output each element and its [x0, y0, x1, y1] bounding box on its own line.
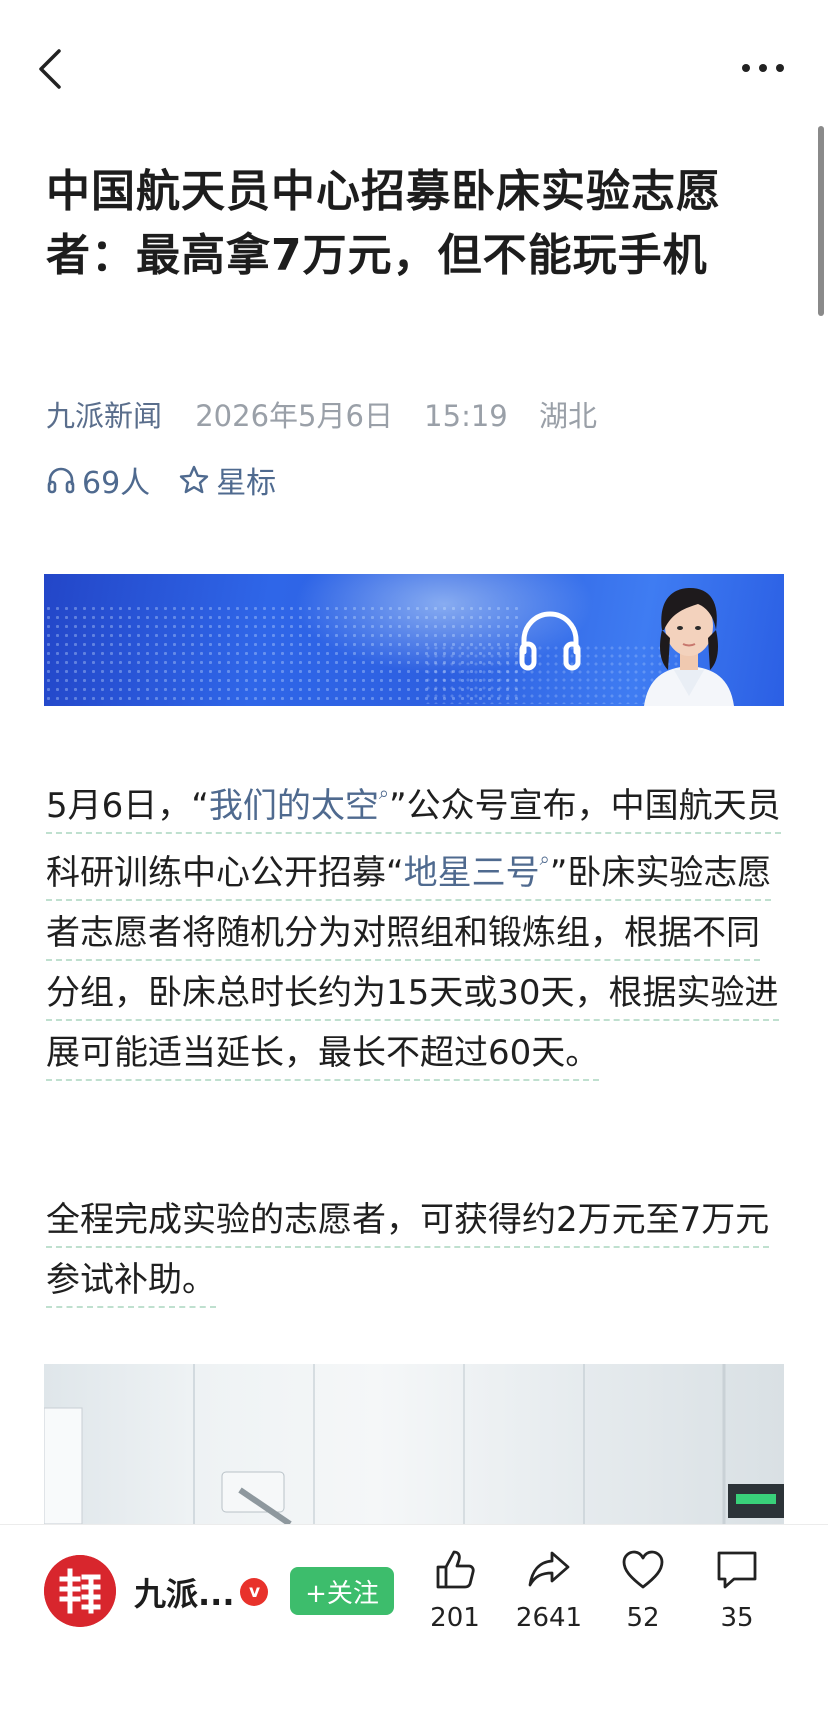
- star-label: 星标: [216, 466, 277, 501]
- paragraph-text: 5月6日，“: [46, 786, 209, 827]
- like-count: 201: [430, 1603, 480, 1633]
- share-arrow-icon: [528, 1551, 570, 1587]
- more-options-button[interactable]: [738, 56, 788, 80]
- jiupai-logo-icon: [44, 1555, 116, 1627]
- article-meta: 九派新闻 2026年5月6日 15:19 湖北: [46, 393, 597, 435]
- search-link-label: 我们的太空: [208, 786, 379, 827]
- search-link-label: 地星三号: [403, 852, 540, 893]
- article-page: 中国航天员中心招募卧床实验志愿者：最高拿7万元，但不能玩手机 九派新闻 2026…: [0, 0, 828, 1712]
- share-count: 2641: [515, 1603, 583, 1633]
- account-avatar[interactable]: [44, 1555, 116, 1627]
- scrollbar[interactable]: [818, 126, 824, 316]
- news-anchor-avatar: [644, 588, 734, 706]
- more-icon-dot: [759, 64, 767, 72]
- article-actions-row: 69人 星标: [46, 458, 276, 502]
- search-icon: ⌕: [378, 783, 389, 804]
- image-content: [44, 1364, 784, 1524]
- publish-date: 2026年5月6日: [195, 399, 393, 433]
- bottom-action-bar: 九派... v +关注 201 2641 52 35: [0, 1524, 828, 1712]
- account-name[interactable]: 九派... v: [134, 1569, 269, 1615]
- listen-count-label: 69人: [82, 466, 151, 501]
- headphones-play-icon[interactable]: [514, 604, 586, 676]
- search-link[interactable]: 我们的太空⌕: [208, 783, 389, 827]
- more-icon-dot: [742, 64, 750, 72]
- comment-button[interactable]: 35: [692, 1547, 782, 1657]
- article-paragraph: 全程完成实验的志愿者，可获得约2万元至7万元参试补助。: [46, 1190, 786, 1310]
- paragraph-text: 全程完成实验的志愿者，可获得约2万元至7万元参试补助。: [46, 1200, 770, 1308]
- comment-bubble-icon: [717, 1551, 757, 1589]
- thumbs-up-icon: [436, 1550, 475, 1589]
- more-icon-dot: [776, 64, 784, 72]
- audio-broadcast-banner[interactable]: [44, 574, 784, 706]
- heart-icon: [622, 1550, 664, 1589]
- article-image[interactable]: [44, 1364, 784, 1524]
- star-button[interactable]: 星标: [178, 458, 276, 502]
- article-paragraph: 5月6日，“我们的太空⌕”公众号宣布，中国航天员科研训练中心公开招募“地星三号⌕…: [46, 770, 786, 1083]
- search-icon: ⌕: [539, 849, 550, 871]
- listen-count[interactable]: 69人: [46, 458, 150, 502]
- chevron-left-icon: [39, 49, 61, 89]
- star-icon: [179, 465, 209, 494]
- back-button[interactable]: [30, 44, 70, 94]
- comment-count: 35: [720, 1603, 754, 1633]
- source-name[interactable]: 九派新闻: [46, 399, 162, 433]
- article-title: 中国航天员中心招募卧床实验志愿者：最高拿7万元，但不能玩手机: [46, 166, 721, 281]
- headphones-icon: [47, 467, 75, 494]
- follow-button[interactable]: +关注: [290, 1567, 394, 1615]
- account-name-label: 九派...: [134, 1575, 235, 1613]
- publish-time: 15:19: [424, 399, 508, 433]
- top-navbar: [0, 0, 828, 140]
- like-button[interactable]: 201: [410, 1547, 500, 1657]
- search-link[interactable]: 地星三号⌕: [403, 849, 550, 893]
- verified-badge-icon: v: [240, 1578, 269, 1606]
- favorite-button[interactable]: 52: [598, 1547, 688, 1657]
- share-button[interactable]: 2641: [504, 1547, 594, 1657]
- publish-region: 湖北: [538, 399, 597, 433]
- favorite-count: 52: [626, 1603, 660, 1633]
